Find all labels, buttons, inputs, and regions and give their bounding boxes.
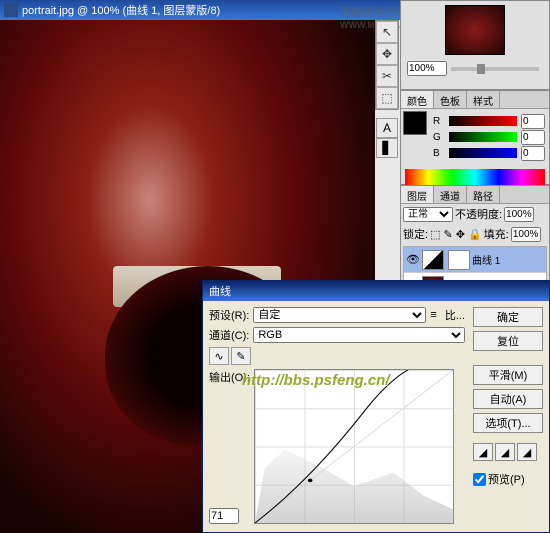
auto-button[interactable]: 自动(A) <box>473 389 543 409</box>
app-icon <box>4 3 18 17</box>
tool-button[interactable]: ✥ <box>376 43 398 65</box>
color-panel-tabs: 颜色 色板 样式 <box>401 91 549 109</box>
output-input[interactable] <box>209 508 239 524</box>
r-label: R <box>433 116 445 127</box>
curve-tool-icon[interactable]: ∿ <box>209 347 229 365</box>
preset-select[interactable]: 自定 <box>253 307 426 323</box>
curves-graph[interactable] <box>254 369 454 524</box>
r-slider[interactable] <box>449 116 517 126</box>
tab-paths[interactable]: 路径 <box>467 186 500 203</box>
navigator-thumbnail[interactable] <box>445 5 505 55</box>
type-button[interactable]: A <box>376 118 398 138</box>
lock-label: 锁定: <box>403 226 428 242</box>
color-panel: 颜色 色板 样式 R G B <box>400 90 550 185</box>
preset-ext: 比... <box>445 307 465 323</box>
layer-row[interactable]: 👁 曲线 1 <box>404 247 546 273</box>
reset-button[interactable]: 复位 <box>473 331 543 351</box>
visibility-icon[interactable]: 👁 <box>406 253 420 266</box>
layer-name[interactable]: 曲线 1 <box>472 252 500 267</box>
preset-menu-icon[interactable]: ≡ <box>430 309 436 321</box>
para-button[interactable]: ▋ <box>376 138 398 158</box>
g-input[interactable] <box>521 130 545 145</box>
opacity-input[interactable] <box>504 207 534 222</box>
tool-button[interactable]: ↖ <box>376 21 398 43</box>
pencil-tool-icon[interactable]: ✎ <box>231 347 251 365</box>
black-point-icon[interactable]: ◢ <box>473 443 493 461</box>
tool-button[interactable]: ✂ <box>376 65 398 87</box>
g-label: G <box>433 132 445 143</box>
white-point-icon[interactable]: ◢ <box>517 443 537 461</box>
fill-input[interactable] <box>511 227 541 242</box>
lock-icons[interactable]: ⬚ ✎ ✥ 🔒 <box>430 228 482 241</box>
layers-panel-tabs: 图层 通道 路径 <box>401 186 549 204</box>
adjustment-thumb[interactable] <box>422 250 444 270</box>
mask-thumb[interactable] <box>448 250 470 270</box>
dialog-title[interactable]: 曲线 <box>203 281 549 301</box>
tab-styles[interactable]: 样式 <box>467 91 500 108</box>
ok-button[interactable]: 确定 <box>473 307 543 327</box>
foreground-swatch[interactable] <box>403 111 427 135</box>
channel-label: 通道(C): <box>209 327 249 343</box>
b-input[interactable] <box>521 146 545 161</box>
b-label: B <box>433 148 445 159</box>
tab-swatches[interactable]: 色板 <box>434 91 467 108</box>
smooth-button[interactable]: 平滑(M) <box>473 365 543 385</box>
tool-button[interactable]: ⬚ <box>376 87 398 109</box>
blend-mode-select[interactable]: 正常 <box>403 207 453 222</box>
preview-label: 预览(P) <box>488 471 525 487</box>
r-input[interactable] <box>521 114 545 129</box>
zoom-input[interactable] <box>407 61 447 76</box>
curves-dialog: 曲线 预设(R): 自定 ≡ 比... 通道(C): RGB ∿ ✎ 输出(O)… <box>202 280 550 533</box>
options-button[interactable]: 选项(T)... <box>473 413 543 433</box>
tab-layers[interactable]: 图层 <box>401 186 434 203</box>
window-title: portrait.jpg @ 100% (曲线 1, 图层蒙版/8) <box>22 2 220 18</box>
preview-checkbox[interactable] <box>473 473 486 486</box>
preset-label: 预设(R): <box>209 307 249 323</box>
curve-line[interactable] <box>255 370 453 523</box>
type-tools: A ▋ <box>376 118 398 158</box>
channel-select[interactable]: RGB <box>253 327 465 343</box>
watermark-url: http://bbs.psfeng.cn/ <box>242 372 390 389</box>
b-slider[interactable] <box>449 148 517 158</box>
zoom-slider-row <box>401 59 549 78</box>
opacity-label: 不透明度: <box>455 206 502 222</box>
gray-point-icon[interactable]: ◢ <box>495 443 515 461</box>
fill-label: 填充: <box>484 226 509 242</box>
navigator-panel <box>400 0 550 90</box>
tab-channels[interactable]: 通道 <box>434 186 467 203</box>
zoom-slider[interactable] <box>451 67 539 71</box>
g-slider[interactable] <box>449 132 517 142</box>
tab-color[interactable]: 颜色 <box>401 91 434 108</box>
options-toolbar: ↖ ✥ ✂ ⬚ <box>375 20 399 110</box>
preview-checkbox-row[interactable]: 预览(P) <box>473 471 543 487</box>
